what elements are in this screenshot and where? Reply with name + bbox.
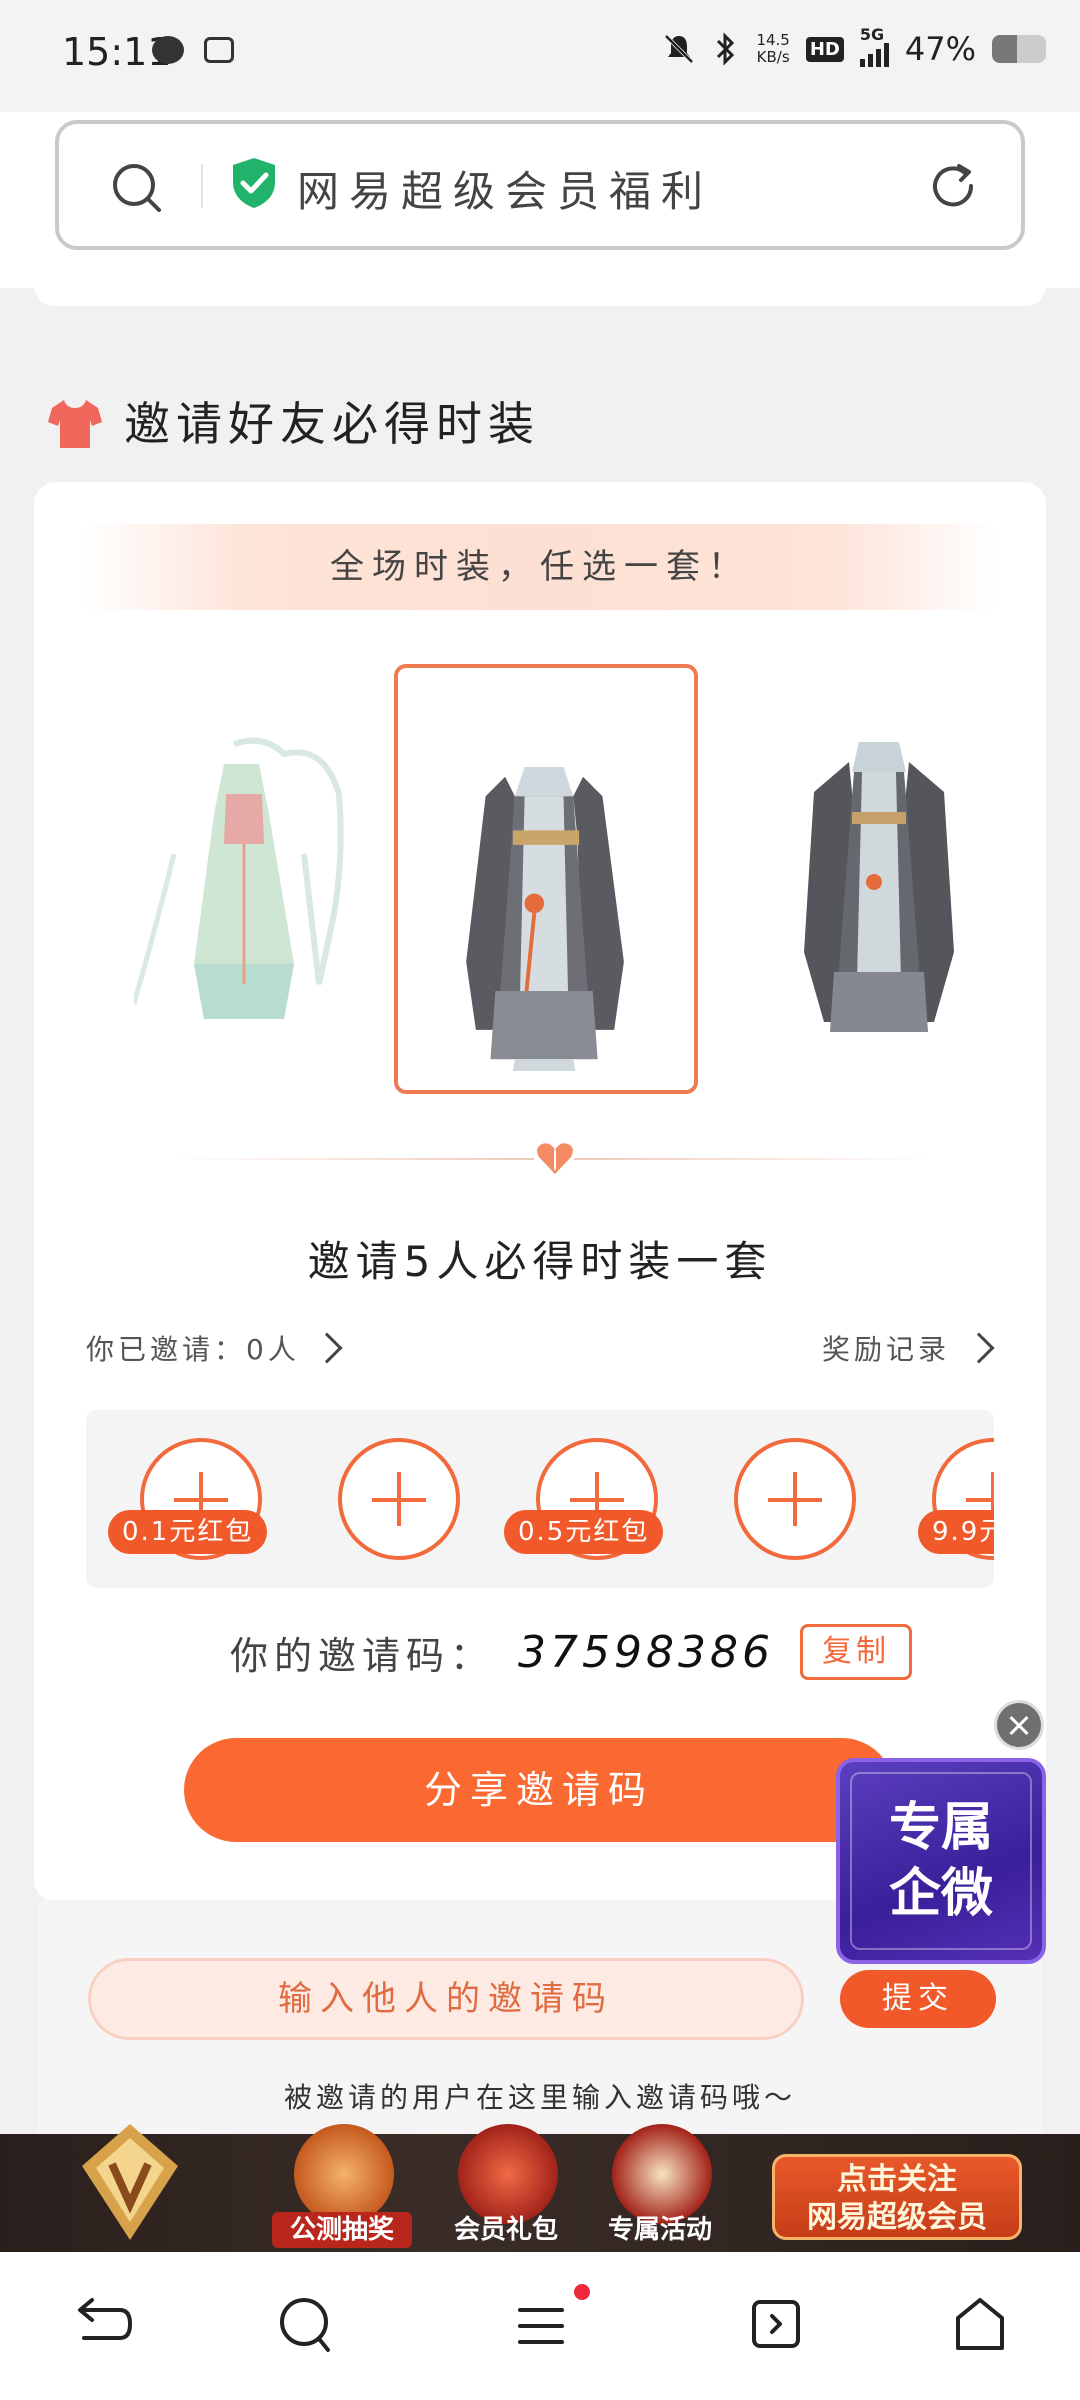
battery-percent: 47% [904,30,976,68]
outfit-option-2-selected[interactable] [394,664,698,1094]
invite-code-row: 你的邀请码： 37598386 复制 [230,1624,912,1680]
follow-cta-line2: 网易超级会员 [807,2200,987,2235]
menu-button[interactable] [504,2288,576,2360]
divider-left [174,1158,534,1160]
outfit-option-1[interactable] [131,734,356,1034]
wecom-label-line2: 企微 [888,1864,993,1924]
net-speed-value: 14.5 [756,31,790,49]
invited-count-text: 你已邀请：0人 [86,1333,300,1366]
search-button[interactable] [270,2288,342,2360]
tabs-icon [752,2300,800,2348]
net-speed-unit: KB/s [756,48,790,66]
signal-5g: 5G [859,25,889,67]
status-bar: 15:11 14.5 KB/s HD 5G 47% [0,0,1080,112]
promo-activity-label: 专属活动 [607,2215,712,2245]
search-icon [280,2298,330,2352]
status-right: 14.5 KB/s HD 5G 47% [662,25,1046,68]
notification-dot [574,2284,590,2300]
game-icon [204,37,234,63]
follow-cta-line1: 点击关注 [837,2162,957,2197]
bluetooth-icon [717,32,735,66]
chevron-right-icon [311,1332,343,1364]
chevron-right-icon [963,1332,995,1364]
invite-code-input[interactable]: 输入他人的邀请码 [88,1958,804,2040]
invite-slots: 0.1元红包 0.5元红包 9.9元 [86,1410,994,1588]
back-arrow-icon [78,2298,133,2340]
promo-lottery[interactable]: 公测抽奖 [272,2124,412,2252]
promo-gift[interactable]: 会员礼包 [436,2124,576,2252]
invite-slot-4[interactable] [734,1438,856,1560]
promo-banner[interactable]: 公测抽奖 会员礼包 专属活动 点击关注 网易超级会员 [0,2124,1080,2252]
outfit-image-3 [804,742,954,1032]
secure-shield-icon [233,158,275,208]
heart-icon [537,1143,573,1174]
divider-right [574,1158,934,1160]
battery-icon [992,35,1046,63]
outfit-image-2 [466,767,624,1071]
submit-button[interactable]: 提交 [840,1970,996,2028]
address-title[interactable]: 网易超级会员福利 [297,158,713,219]
slot-reward-tag-5: 9.9元 [918,1510,994,1554]
message-icon [152,36,184,64]
wecom-float-button[interactable]: 专属 企微 [836,1758,1046,1964]
mute-icon [665,34,694,64]
home-icon [956,2298,1004,2350]
enter-code-hint: 被邀请的用户在这里输入邀请码哦～ [283,2081,796,2114]
invite-headline: 邀请5人必得时装一套 [307,1237,773,1286]
tabs-button[interactable] [740,2288,812,2360]
outfit-image-1 [131,737,344,1019]
follow-cta-button[interactable]: 点击关注 网易超级会员 [772,2154,1022,2240]
section-title: 邀请好友必得时装 [124,397,540,451]
promo-gift-label: 会员礼包 [453,2215,558,2245]
slot-reward-tag-1: 0.1元红包 [108,1510,268,1554]
game-logo-icon [82,2124,178,2240]
home-button[interactable] [944,2288,1016,2360]
fashion-banner: 全场时装，任选一套！ [84,524,996,610]
invite-code-value: 37598386 [518,1626,774,1678]
invite-card: 全场时装，任选一套！ 邀请5人必得时装一套 你已邀请：0人 奖励记录 0.1元红… [34,482,1046,1902]
share-code-button[interactable]: 分享邀请码 [184,1738,894,1842]
reward-record-text: 奖励记录 [821,1333,950,1366]
network-type: 5G [859,25,885,44]
tshirt-icon [48,400,102,448]
menu-icon [518,2308,564,2344]
gift-icon [458,2124,558,2224]
address-divider [201,164,203,208]
address-bar-container: 网易超级会员福利 [0,112,1080,288]
refresh-icon[interactable] [925,158,981,214]
promo-lottery-label: 公测抽奖 [272,2212,412,2248]
bottom-nav [0,2252,1080,2400]
search-icon[interactable] [109,160,163,214]
back-button[interactable] [66,2288,138,2360]
reward-record-link[interactable]: 奖励记录 [821,1328,995,1368]
invited-count-link[interactable]: 你已邀请：0人 [86,1328,343,1368]
wecom-label-line1: 专属 [888,1798,993,1858]
outfit-option-3[interactable] [794,732,964,1042]
net-speed: 14.5 KB/s [756,32,789,66]
battery-level [992,35,1018,63]
close-icon[interactable] [994,1700,1044,1750]
promo-activity[interactable]: 专属活动 [590,2124,730,2252]
address-bar[interactable]: 网易超级会员福利 [55,120,1025,250]
wheel-icon [294,2124,394,2224]
activity-icon [612,2124,712,2224]
slot-reward-tag-3: 0.5元红包 [504,1510,664,1554]
copy-button[interactable]: 复制 [799,1624,912,1680]
status-notification-icons [152,36,234,64]
invite-slot-2[interactable] [338,1438,460,1560]
invite-code-label: 你的邀请码： [230,1633,495,1678]
previous-card-edge [34,270,1046,306]
hd-badge: HD [805,36,844,62]
